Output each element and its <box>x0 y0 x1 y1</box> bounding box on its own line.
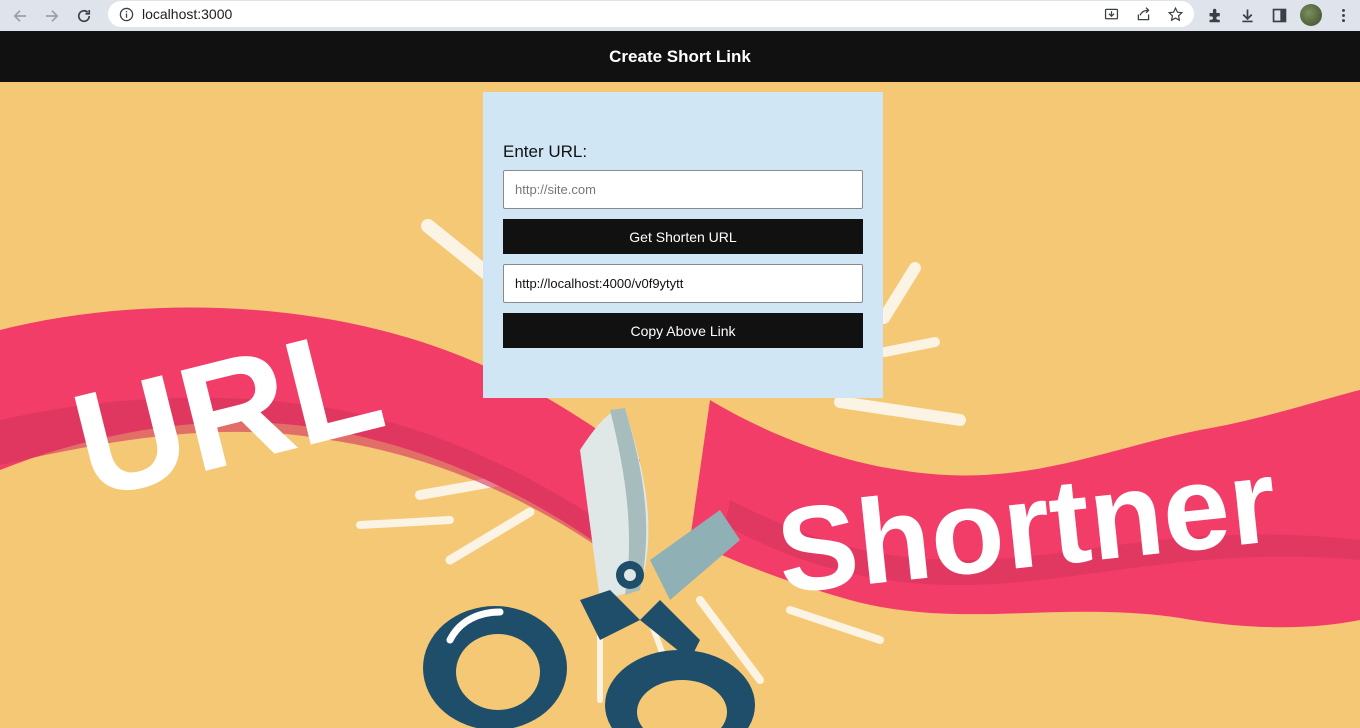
install-icon[interactable] <box>1100 4 1122 24</box>
bookmark-star-icon[interactable] <box>1164 4 1186 24</box>
back-icon[interactable] <box>8 4 32 28</box>
reload-icon[interactable] <box>72 4 96 28</box>
short-url-output[interactable] <box>503 264 863 303</box>
address-url[interactable]: localhost:3000 <box>142 6 232 22</box>
shorten-form-card: Enter URL: Get Shorten URL Copy Above Li… <box>483 92 883 398</box>
profile-avatar[interactable] <box>1300 4 1322 26</box>
page-title: Create Short Link <box>609 46 751 66</box>
get-shorten-url-button[interactable]: Get Shorten URL <box>503 219 863 254</box>
extensions-icon[interactable] <box>1204 5 1226 25</box>
downloads-icon[interactable] <box>1236 5 1258 25</box>
app-header: Create Short Link <box>0 31 1360 82</box>
enter-url-label: Enter URL: <box>503 142 588 161</box>
side-panel-icon[interactable] <box>1268 5 1290 25</box>
forward-icon[interactable] <box>40 4 64 28</box>
address-bar[interactable]: localhost:3000 <box>108 1 1194 27</box>
browser-toolbar: localhost:3000 <box>0 0 1360 31</box>
info-icon[interactable] <box>118 6 134 22</box>
menu-icon[interactable] <box>1332 5 1354 25</box>
share-icon[interactable] <box>1132 4 1154 24</box>
url-input[interactable] <box>503 170 863 209</box>
copy-link-button[interactable]: Copy Above Link <box>503 313 863 348</box>
